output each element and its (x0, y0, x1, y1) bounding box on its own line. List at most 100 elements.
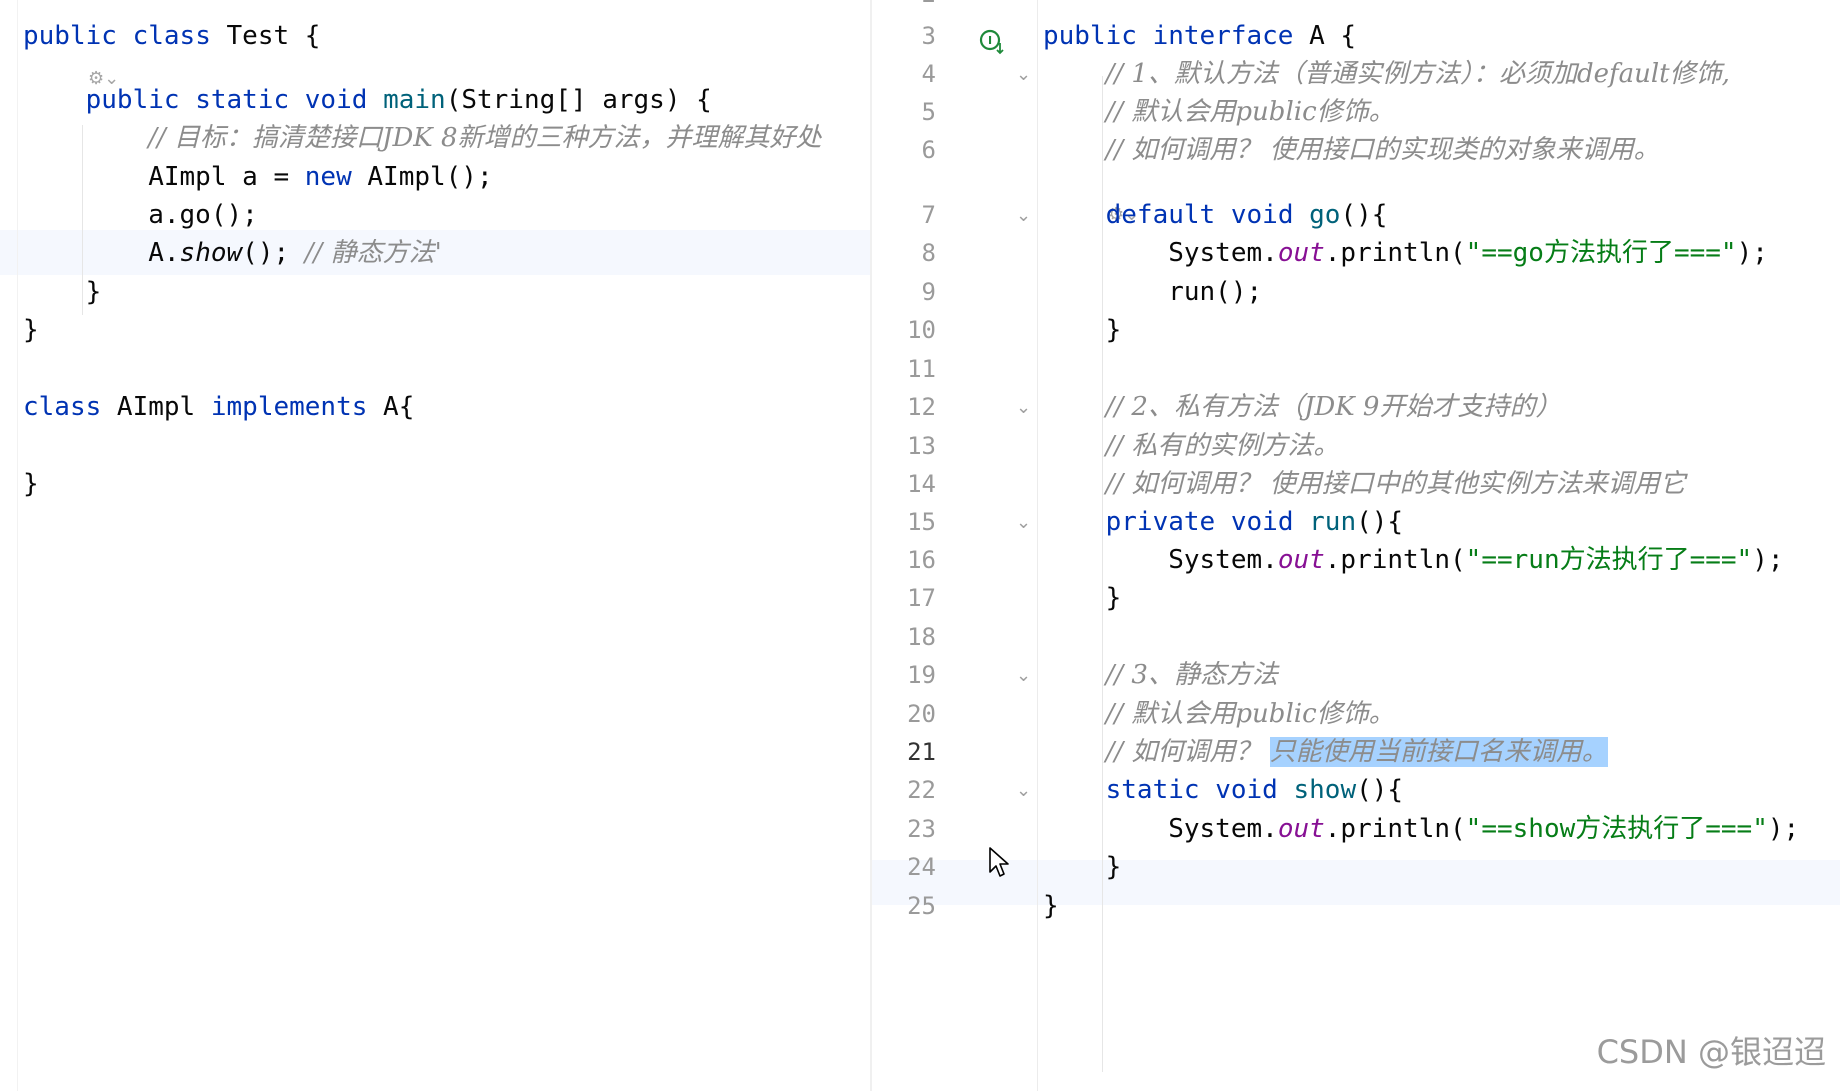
code-token: out (1277, 814, 1325, 844)
code-token: AImpl(); (351, 162, 493, 192)
code-token: A { (1293, 21, 1357, 51)
code-token: (){ (1356, 507, 1404, 537)
code-line[interactable]: System.out.println("==show方法执行了==="); (1043, 807, 1799, 852)
fold-chevron-icon[interactable]: ⌄ (1016, 653, 1031, 698)
code-token: AImpl (101, 392, 211, 422)
code-token: } (1043, 891, 1059, 921)
code-token: // 如何调用？ (1105, 737, 1270, 767)
code-token: class (132, 21, 211, 51)
code-token: .println( (1324, 545, 1466, 575)
code-token: } (23, 315, 39, 345)
code-line[interactable]: } (23, 462, 870, 507)
fold-chevron-icon[interactable]: ⌄ (1016, 193, 1031, 238)
code-token: .println( (1324, 238, 1466, 268)
code-token: void (1230, 507, 1294, 537)
code-token: // 如何调用？ 使用接口的实现类的对象来调用。 (1105, 135, 1660, 165)
code-token: A. (23, 238, 180, 268)
code-token: } (1043, 315, 1122, 345)
code-token: // 静态方法' (304, 238, 442, 268)
code-line[interactable]: // 如何调用？ 使用接口的实现类的对象来调用。 (1043, 128, 1660, 173)
code-token: "==go方法执行了===" (1465, 238, 1737, 268)
code-token: (){ (1356, 775, 1404, 805)
code-token: static (195, 85, 290, 115)
code-line[interactable]: } (1043, 308, 1122, 353)
code-token: ); (1752, 545, 1784, 575)
code-token: void (304, 85, 368, 115)
code-token: static (1105, 775, 1200, 805)
code-token: // 3、静态方法 (1105, 660, 1278, 690)
code-token: interface (1152, 21, 1294, 51)
code-token: System. (1043, 238, 1278, 268)
code-token: (); (242, 238, 305, 268)
code-token: AImpl a = (23, 162, 305, 192)
code-token: // 默认会用public修饰。 (1105, 699, 1395, 729)
line-number[interactable]: 25 (872, 884, 936, 929)
code-token: default (1105, 200, 1216, 230)
code-token: main (383, 85, 446, 115)
code-line[interactable]: } (1043, 884, 1059, 929)
code-token: Test { (210, 21, 321, 51)
code-vision-icon[interactable]: ⚙⌄ (88, 64, 119, 94)
code-token: run(); (1043, 277, 1263, 307)
code-token: // 默认会用public修饰。 (1105, 97, 1395, 127)
watermark: CSDN @银迢迢 (1596, 1033, 1826, 1071)
code-token: } (1043, 852, 1122, 882)
mouse-pointer-icon (989, 847, 1009, 877)
code-token: out (1277, 238, 1325, 268)
code-line[interactable]: System.out.println("==run方法执行了==="); (1043, 538, 1784, 583)
code-token: } (1043, 583, 1122, 613)
line-number[interactable]: 6 (872, 128, 936, 173)
code-token: A{ (367, 392, 415, 422)
implemented-interface-icon[interactable]: I (979, 29, 1005, 55)
code-token: ); (1767, 814, 1800, 844)
code-token: new (304, 162, 352, 192)
code-token: .println( (1324, 814, 1466, 844)
code-token: show (179, 238, 243, 268)
current-line-highlight (872, 860, 1840, 905)
code-token: } (23, 277, 102, 307)
selected-text: 只能使用当前接口名来调用。 (1269, 737, 1608, 767)
right-editor-pane[interactable]: I ⚙⌄ 23public interface A {4⌄ // 1、默认方法（… (872, 0, 1840, 1091)
code-token: (){ (1340, 200, 1388, 230)
fold-chevron-icon[interactable]: ⌄ (1016, 768, 1031, 813)
code-token: ); (1736, 238, 1768, 268)
code-token: private (1105, 507, 1216, 537)
code-token: implements (210, 392, 368, 422)
svg-text:I: I (988, 34, 992, 47)
code-token: out (1277, 545, 1325, 575)
fold-chevron-icon[interactable]: ⌄ (1016, 385, 1031, 430)
code-token: System. (1043, 814, 1278, 844)
code-token: show (1293, 775, 1357, 805)
code-token: public (1043, 21, 1137, 51)
fold-chevron-icon[interactable]: ⌄ (1016, 52, 1031, 97)
code-token: "==show方法执行了===" (1465, 814, 1768, 844)
left-editor-pane[interactable]: public class Test { public static void m… (0, 0, 870, 1091)
code-line[interactable]: } (1043, 576, 1122, 621)
code-token: go (1309, 200, 1341, 230)
code-token: run (1309, 507, 1357, 537)
code-line[interactable]: public class Test { (23, 14, 870, 59)
code-token: void (1215, 775, 1278, 805)
gutter-edge (1037, 0, 1038, 1091)
code-token: (String[] args) { (445, 85, 712, 115)
code-token: // 目标：搞清楚接口JDK 8新增的三种方法，并理解其好处 (148, 123, 822, 153)
fold-chevron-icon[interactable]: ⌄ (1016, 500, 1031, 545)
